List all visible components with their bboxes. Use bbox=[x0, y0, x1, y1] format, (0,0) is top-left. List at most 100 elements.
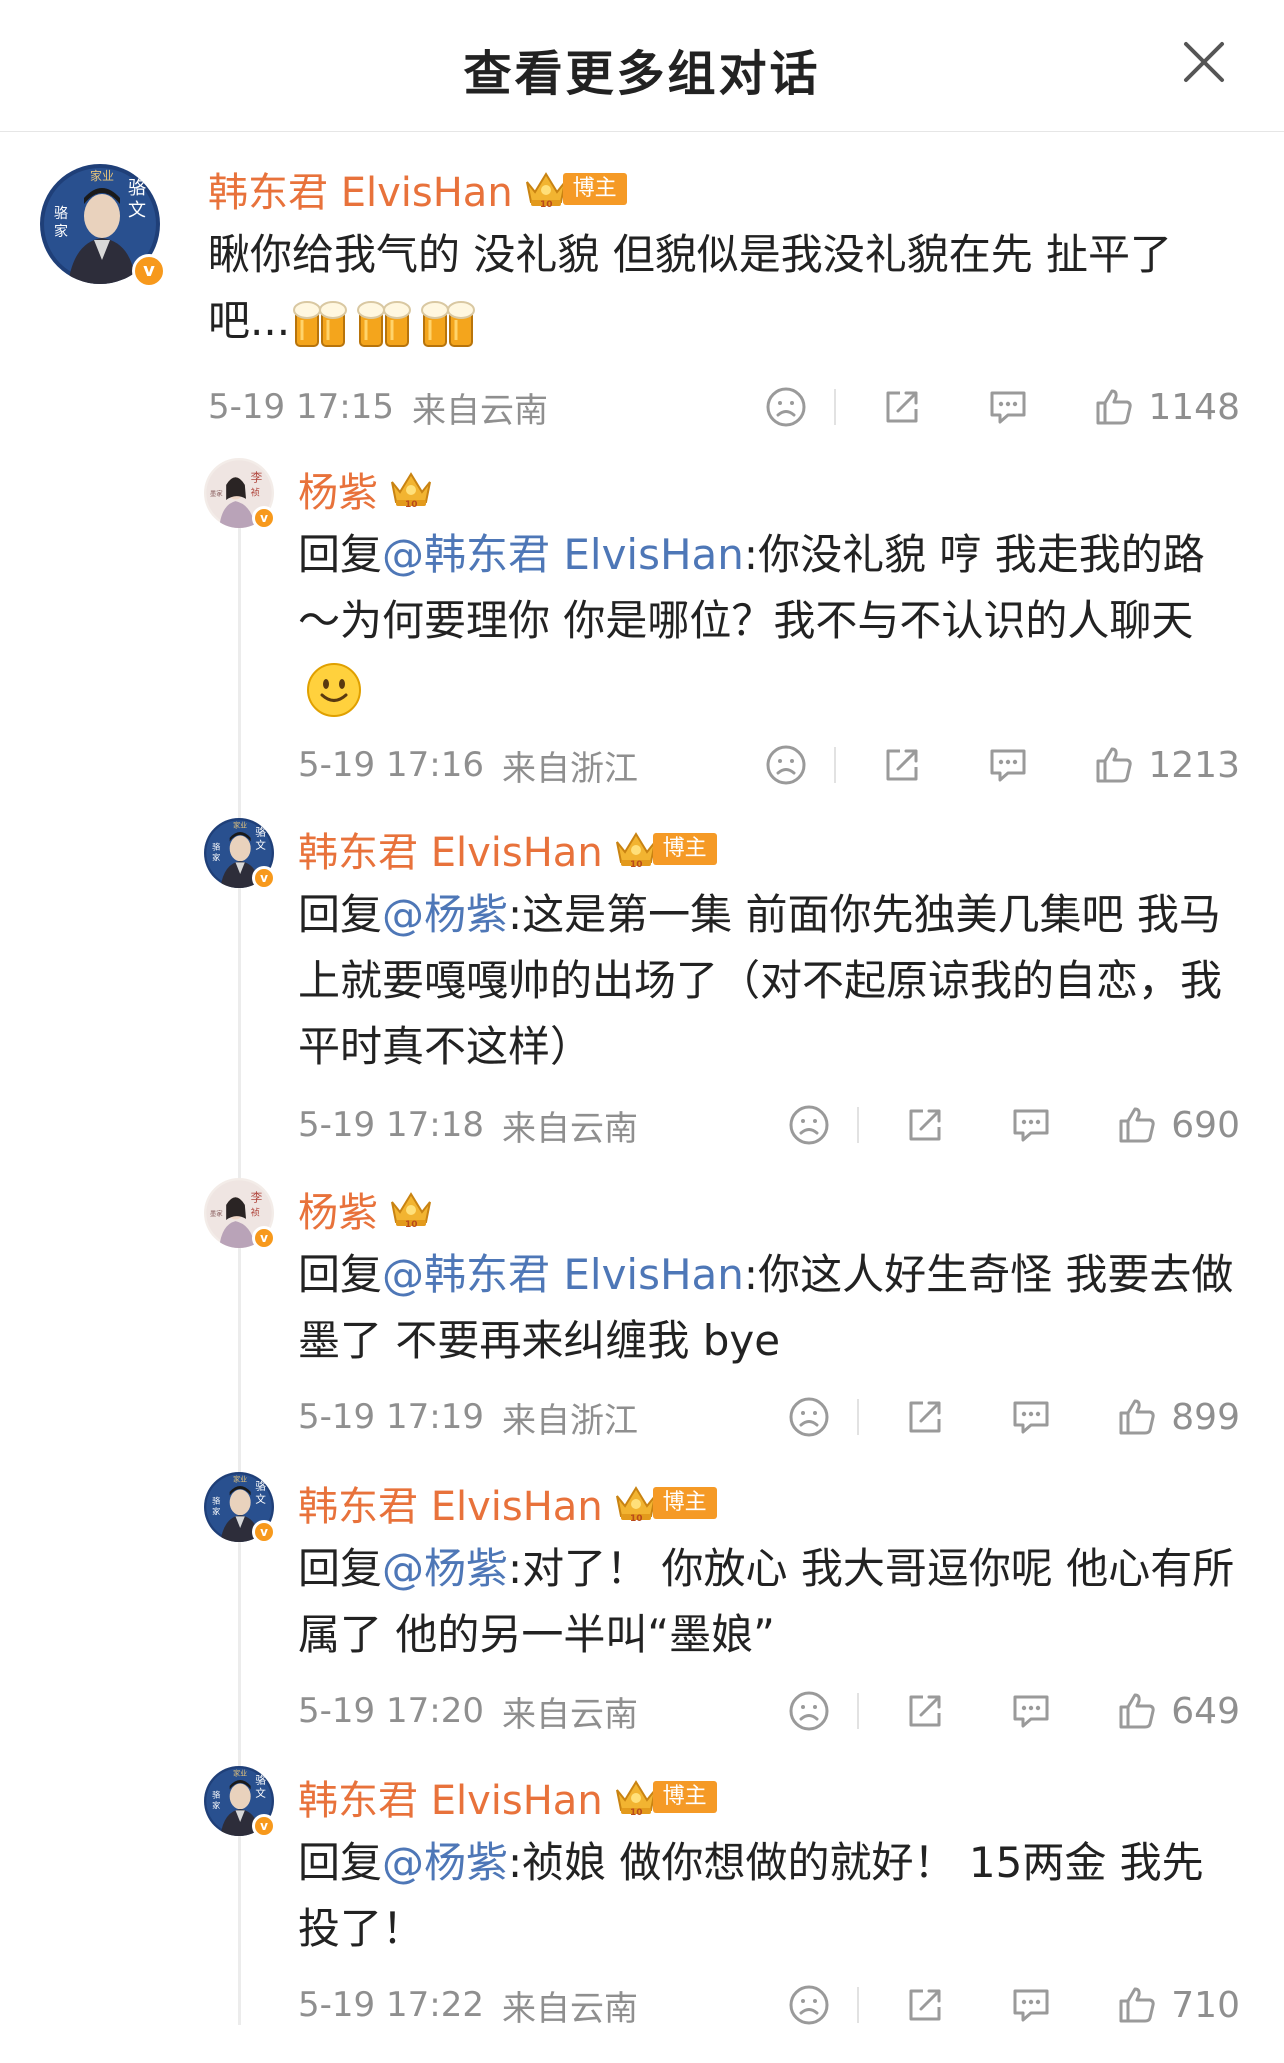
share-icon bbox=[903, 1103, 947, 1147]
comment-button[interactable] bbox=[1009, 1103, 1053, 1147]
location: 来自云南 bbox=[501, 1988, 638, 2029]
share-button[interactable] bbox=[903, 1103, 947, 1147]
close-button[interactable] bbox=[1182, 40, 1226, 84]
timestamp: 5-19 17:18 bbox=[298, 1105, 484, 1145]
name-row: 韩东君 ElvisHan 博主 bbox=[208, 164, 627, 216]
divider bbox=[834, 389, 837, 425]
blogger-badge: 博主 bbox=[613, 1779, 717, 1815]
action-bar: 649 bbox=[787, 1686, 1240, 1736]
comment-text: 回复@韩东君 ElvisHan:你这人好生奇怪 我要去做墨了 不要再来纠缠我 b… bbox=[298, 1250, 1234, 1365]
comment-button[interactable] bbox=[986, 385, 1030, 429]
username[interactable]: 韩东君 ElvisHan bbox=[298, 1768, 603, 1826]
sad-face-icon bbox=[764, 743, 808, 787]
thumbs-up-icon bbox=[1092, 385, 1136, 429]
action-bar: 690 bbox=[787, 1100, 1240, 1150]
comment-text: 瞅你给我气的 没礼貌 但貌似是我没礼貌在先 扯平了吧... bbox=[208, 222, 1228, 354]
divider bbox=[857, 1693, 860, 1729]
share-button[interactable] bbox=[903, 1983, 947, 2027]
like-count: 710 bbox=[1171, 1984, 1240, 2026]
divider bbox=[857, 1987, 860, 2023]
name-row: 韩东君 ElvisHan 博主 bbox=[298, 824, 717, 876]
timestamp: 5-19 17:15 bbox=[208, 387, 394, 427]
share-button[interactable] bbox=[880, 385, 924, 429]
mention-link[interactable]: @杨紫 bbox=[382, 890, 508, 939]
comment-button[interactable] bbox=[986, 743, 1030, 787]
timestamp: 5-19 17:20 bbox=[298, 1691, 484, 1731]
share-button[interactable] bbox=[880, 743, 924, 787]
username[interactable]: 韩东君 ElvisHan bbox=[298, 820, 603, 878]
thumbs-up-icon bbox=[1115, 1983, 1159, 2027]
username[interactable]: 杨紫 bbox=[298, 1180, 378, 1238]
dialog-title: 查看更多组对话 bbox=[463, 46, 821, 102]
share-icon bbox=[880, 743, 924, 787]
divider bbox=[834, 747, 837, 783]
comment-icon bbox=[1009, 1689, 1053, 1733]
verified-v-icon: v bbox=[252, 866, 276, 890]
like-button[interactable]: 1213 bbox=[1092, 743, 1240, 787]
share-button[interactable] bbox=[903, 1395, 947, 1439]
crown-icon bbox=[613, 1482, 659, 1524]
comment-icon bbox=[1009, 1395, 1053, 1439]
comment-button[interactable] bbox=[1009, 1689, 1053, 1733]
dislike-button[interactable] bbox=[787, 1395, 831, 1439]
divider bbox=[857, 1107, 860, 1143]
crown-icon bbox=[613, 828, 659, 870]
action-bar: 1148 bbox=[764, 382, 1240, 432]
location: 来自浙江 bbox=[501, 1400, 638, 1441]
name-row: 韩东君 ElvisHan 博主 bbox=[298, 1772, 717, 1824]
like-button[interactable]: 899 bbox=[1115, 1395, 1240, 1439]
action-bar: 899 bbox=[787, 1392, 1240, 1442]
thumbs-up-icon bbox=[1115, 1395, 1159, 1439]
action-bar: 710 bbox=[787, 1980, 1240, 2030]
comment-icon bbox=[1009, 1983, 1053, 2027]
comment-button[interactable] bbox=[1009, 1395, 1053, 1439]
blogger-badge: 博主 bbox=[523, 171, 627, 207]
like-button[interactable]: 1148 bbox=[1092, 385, 1240, 429]
dislike-button[interactable] bbox=[764, 743, 808, 787]
username[interactable]: 杨紫 bbox=[298, 460, 378, 518]
action-bar: 1213 bbox=[764, 740, 1240, 790]
username[interactable]: 韩东君 ElvisHan bbox=[298, 1474, 603, 1532]
dialog-header: 查看更多组对话 bbox=[0, 0, 1284, 132]
comment-icon bbox=[986, 743, 1030, 787]
mention-link[interactable]: @韩东君 ElvisHan bbox=[382, 530, 744, 579]
like-button[interactable]: 649 bbox=[1115, 1689, 1240, 1733]
comment-button[interactable] bbox=[1009, 1983, 1053, 2027]
share-button[interactable] bbox=[903, 1689, 947, 1733]
share-icon bbox=[903, 1689, 947, 1733]
dislike-button[interactable] bbox=[787, 1689, 831, 1733]
mention-link[interactable]: @韩东君 ElvisHan bbox=[382, 1250, 744, 1299]
username[interactable]: 韩东君 ElvisHan bbox=[208, 160, 513, 218]
beer-mug-emoji bbox=[290, 294, 350, 354]
verified-v-icon: v bbox=[252, 1226, 276, 1250]
sad-face-icon bbox=[787, 1395, 831, 1439]
share-icon bbox=[903, 1983, 947, 2027]
sad-face-icon bbox=[787, 1983, 831, 2027]
blogger-badge: 博主 bbox=[613, 831, 717, 867]
like-button[interactable]: 710 bbox=[1115, 1983, 1240, 2027]
comment-text: 回复@韩东君 ElvisHan:你没礼貌 哼 我走我的路～为何要理你 你是哪位？… bbox=[298, 522, 1238, 720]
comment-text: 回复@杨紫:祯娘 做你想做的就好！ 15两金 我先投了！ bbox=[298, 1838, 1204, 1953]
like-count: 1213 bbox=[1148, 744, 1240, 786]
comment-meta: 5-19 17:16 来自浙江 bbox=[298, 740, 638, 790]
close-icon bbox=[1184, 42, 1224, 82]
dislike-button[interactable] bbox=[787, 1983, 831, 2027]
crown-icon bbox=[388, 468, 434, 510]
verified-v-icon: v bbox=[252, 1814, 276, 1838]
dislike-button[interactable] bbox=[764, 385, 808, 429]
mention-link[interactable]: @杨紫 bbox=[382, 1544, 508, 1593]
mention-link[interactable]: @杨紫 bbox=[382, 1838, 508, 1887]
comment-icon bbox=[1009, 1103, 1053, 1147]
beer-mug-emoji bbox=[354, 294, 414, 354]
dislike-button[interactable] bbox=[787, 1103, 831, 1147]
thumbs-up-icon bbox=[1115, 1103, 1159, 1147]
verified-v-icon: v bbox=[252, 506, 276, 530]
smile-emoji bbox=[306, 662, 362, 718]
name-row: 韩东君 ElvisHan 博主 bbox=[298, 1478, 717, 1530]
name-row: 杨紫 bbox=[298, 1184, 434, 1236]
verified-v-icon: v bbox=[252, 1520, 276, 1544]
like-button[interactable]: 690 bbox=[1115, 1103, 1240, 1147]
like-count: 690 bbox=[1171, 1104, 1240, 1146]
comment-meta: 5-19 17:19 来自浙江 bbox=[298, 1392, 638, 1442]
thumbs-up-icon bbox=[1115, 1689, 1159, 1733]
